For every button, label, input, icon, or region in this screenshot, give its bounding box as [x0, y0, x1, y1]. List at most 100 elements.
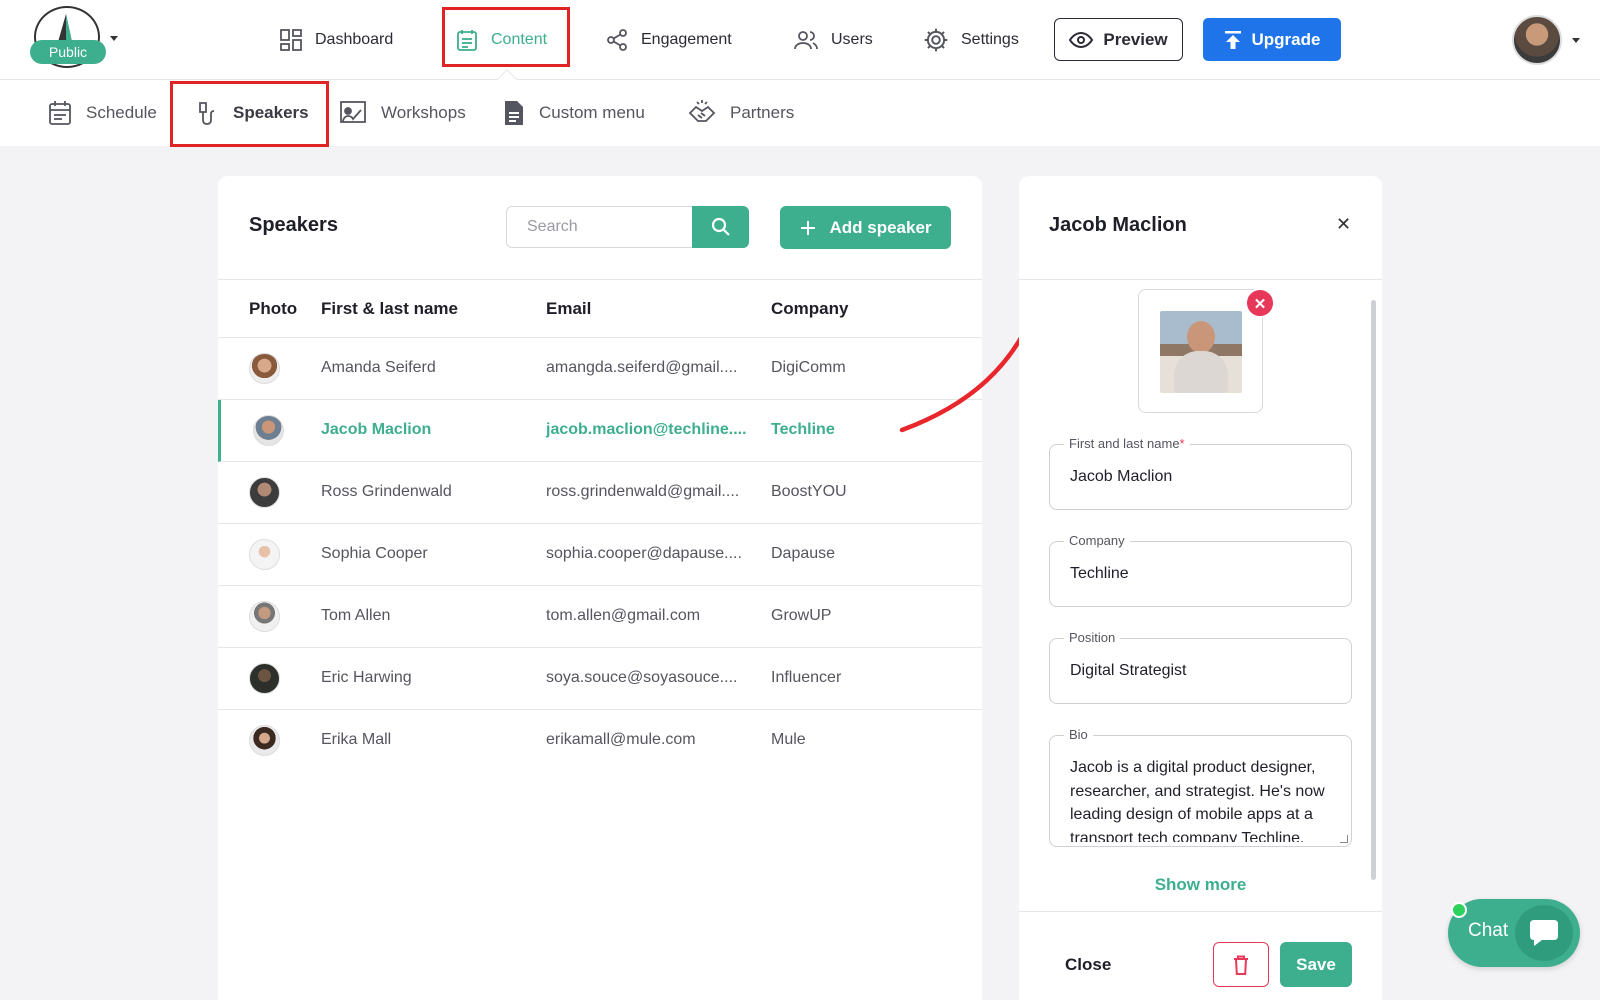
position-field-value: Digital Strategist: [1070, 662, 1187, 679]
speaker-email: erikamall@mule.com: [546, 731, 696, 748]
close-button[interactable]: Close: [1065, 955, 1111, 975]
content-subnav: Schedule Speakers Workshops Custom menu …: [0, 80, 1600, 147]
speaker-email: jacob.maclion@techline....: [546, 421, 747, 438]
user-avatar[interactable]: [1512, 15, 1562, 65]
footer-divider: [1019, 911, 1382, 912]
subnav-workshops-label: Workshops: [381, 103, 466, 122]
add-speaker-label: Add speaker: [829, 217, 932, 237]
nav-engagement[interactable]: Engagement: [605, 22, 732, 58]
speaker-company: Techline: [771, 421, 835, 438]
position-field[interactable]: Position Digital Strategist: [1049, 630, 1352, 704]
nav-engagement-label: Engagement: [641, 31, 732, 48]
speaker-name: Tom Allen: [321, 607, 391, 624]
speaker-photo: [249, 663, 280, 694]
gear-icon: [924, 28, 948, 52]
handshake-icon: [688, 100, 716, 122]
name-field[interactable]: First and last name* Jacob Maclion: [1049, 436, 1352, 510]
show-more-link[interactable]: Show more: [1019, 875, 1382, 895]
subnav-custom-menu[interactable]: Custom menu: [503, 96, 645, 130]
table-row[interactable]: Erika Mall erikamall@mule.com Mule: [218, 710, 982, 772]
chat-label: Chat: [1468, 920, 1509, 941]
nav-dashboard[interactable]: Dashboard: [279, 22, 393, 58]
upgrade-button-label: Upgrade: [1251, 29, 1321, 49]
chat-widget[interactable]: Chat: [1448, 899, 1580, 967]
speaker-photo: [249, 353, 280, 384]
detail-title: Jacob Maclion: [1049, 214, 1187, 236]
table-row-selected[interactable]: Jacob Maclion jacob.maclion@techline....…: [218, 400, 982, 462]
speaker-name: Jacob Maclion: [321, 421, 432, 438]
speaker-photo-large: [1160, 311, 1242, 393]
resize-handle-icon[interactable]: [1340, 835, 1348, 843]
speaker-photo: [249, 539, 280, 570]
public-badge: Public: [30, 40, 106, 64]
position-field-label: Position: [1064, 630, 1121, 645]
table-row[interactable]: Ross Grindenwald ross.grindenwald@gmail.…: [218, 462, 982, 524]
speaker-detail-panel: Jacob Maclion ✕ ✕ First and last name* J…: [1019, 176, 1382, 1000]
subnav-schedule[interactable]: Schedule: [48, 96, 157, 130]
remove-photo-icon[interactable]: ✕: [1245, 288, 1275, 318]
trash-icon: [1234, 955, 1248, 975]
plus-icon: [801, 220, 816, 235]
search-button[interactable]: [692, 206, 749, 248]
table-row[interactable]: Eric Harwing soya.souce@soyasouce.... In…: [218, 648, 982, 710]
online-status-dot: [1451, 902, 1467, 918]
speaker-company: Mule: [771, 731, 806, 748]
column-header-email: Email: [546, 299, 592, 318]
add-speaker-button[interactable]: Add speaker: [780, 206, 951, 249]
subnav-workshops[interactable]: Workshops: [339, 96, 466, 130]
subnav-partners[interactable]: Partners: [688, 96, 794, 130]
speaker-photo: [249, 725, 280, 756]
speaker-name: Erika Mall: [321, 731, 392, 748]
nav-settings-label: Settings: [961, 31, 1019, 48]
save-button[interactable]: Save: [1280, 942, 1352, 987]
subnav-custom-menu-label: Custom menu: [539, 103, 645, 122]
speaker-email: amangda.seiferd@gmail....: [546, 359, 738, 376]
delete-button[interactable]: [1213, 942, 1269, 987]
speaker-photo-upload[interactable]: ✕: [1138, 288, 1275, 413]
company-field[interactable]: Company Techline: [1049, 533, 1352, 607]
speaker-name: Ross Grindenwald: [321, 483, 452, 500]
speaker-company: Influencer: [771, 669, 842, 686]
eye-icon: [1069, 31, 1094, 48]
close-icon[interactable]: ✕: [1336, 214, 1351, 235]
company-field-value: Techline: [1070, 565, 1129, 582]
search-input[interactable]: [506, 206, 692, 248]
bio-textarea[interactable]: Bio Jacob is a digital product designer,…: [1049, 727, 1352, 847]
subnav-schedule-label: Schedule: [86, 103, 157, 122]
nav-users-label: Users: [831, 31, 873, 48]
user-menu-chevron-icon[interactable]: [1572, 38, 1580, 43]
preview-button[interactable]: Preview: [1054, 18, 1183, 61]
speakers-panel: Speakers Add speaker Photo First & last …: [218, 176, 982, 1000]
upload-icon: [1224, 30, 1241, 49]
table-row[interactable]: Tom Allen tom.allen@gmail.com GrowUP: [218, 586, 982, 648]
highlight-box-speakers: [170, 81, 329, 147]
speaker-company: GrowUP: [771, 607, 832, 624]
table-row[interactable]: Amanda Seiferd amangda.seiferd@gmail....…: [218, 338, 982, 400]
nav-settings[interactable]: Settings: [923, 22, 1019, 58]
calendar-icon: [49, 101, 71, 125]
speaker-email: soya.souce@soyasouce....: [546, 669, 738, 686]
nav-users[interactable]: Users: [793, 22, 873, 58]
logo[interactable]: Public: [30, 6, 106, 68]
company-field-label: Company: [1064, 533, 1130, 548]
speaker-email: sophia.cooper@dapause....: [546, 545, 742, 562]
subnav-partners-label: Partners: [730, 103, 795, 122]
dashboard-icon: [280, 29, 302, 51]
speaker-name: Amanda Seiferd: [321, 359, 436, 376]
chat-bubble-icon: [1515, 905, 1573, 961]
name-field-label: First and last name*: [1064, 436, 1190, 451]
document-icon: [505, 101, 523, 125]
detail-divider: [1019, 279, 1382, 280]
table-row[interactable]: Sophia Cooper sophia.cooper@dapause.... …: [218, 524, 982, 586]
required-marker: *: [1179, 436, 1185, 451]
detail-scrollbar[interactable]: [1371, 300, 1376, 880]
logo-dropdown-icon[interactable]: [110, 36, 118, 41]
column-header-photo: Photo: [249, 299, 298, 318]
share-icon: [607, 29, 627, 51]
column-header-company: Company: [771, 299, 849, 318]
bio-value: Jacob is a digital product designer, res…: [1070, 759, 1325, 842]
preview-button-label: Preview: [1103, 29, 1168, 49]
upgrade-button[interactable]: Upgrade: [1203, 18, 1341, 61]
bio-field-label: Bio: [1064, 727, 1093, 742]
speaker-company: DigiComm: [771, 359, 846, 376]
